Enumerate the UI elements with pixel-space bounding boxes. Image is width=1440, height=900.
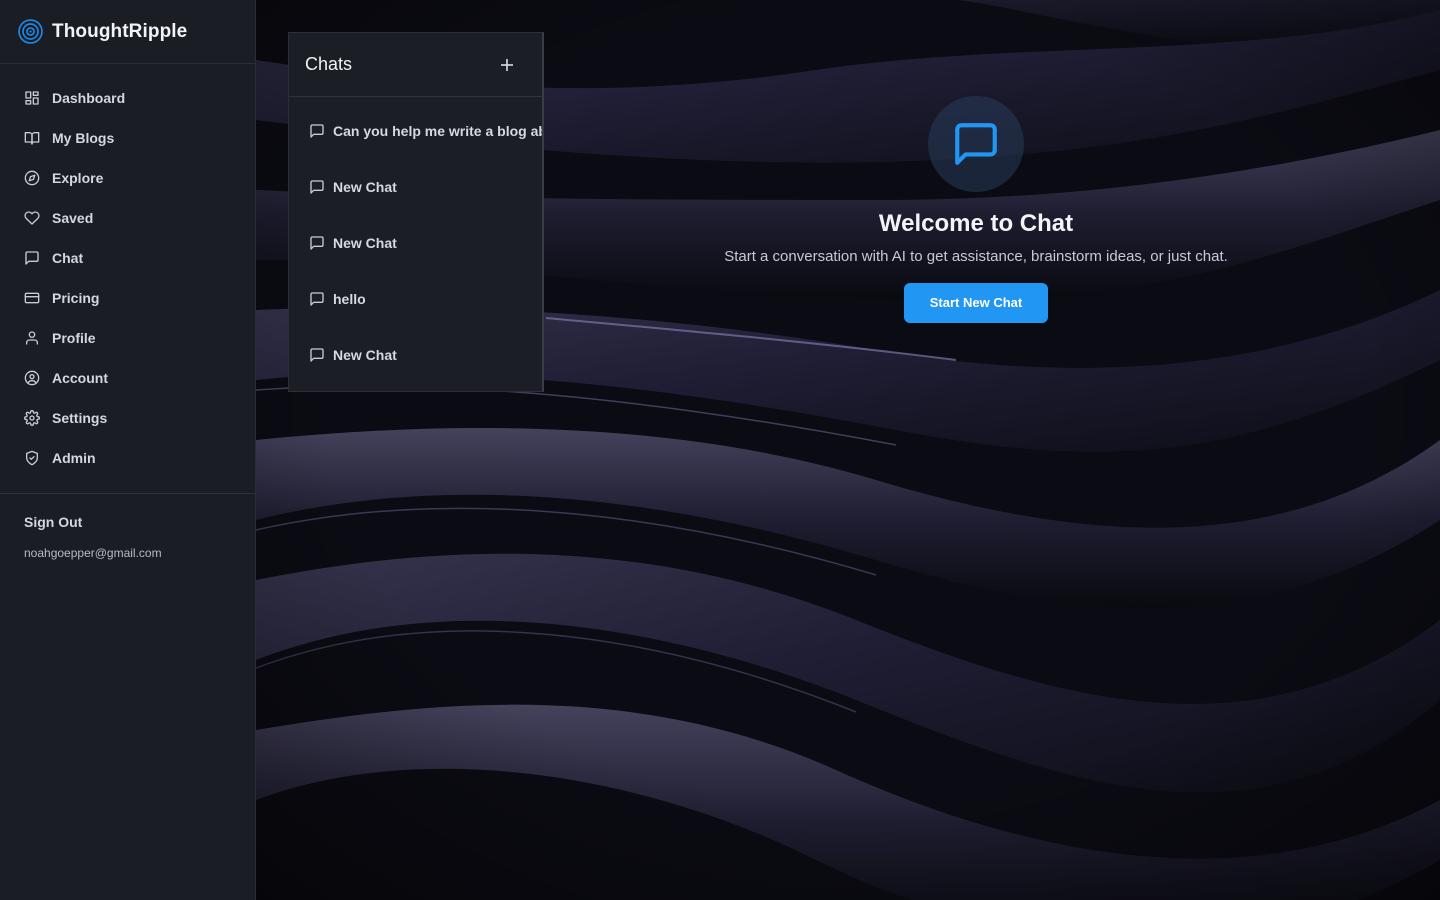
chat-list-item[interactable]: hello [289, 271, 542, 327]
sidebar-item-profile[interactable]: Profile [0, 318, 255, 358]
welcome-section: Welcome to Chat Start a conversation wit… [690, 96, 1262, 323]
chat-list-item[interactable]: New Chat [289, 215, 542, 271]
sidebar-item-label: Admin [52, 450, 96, 466]
start-new-chat-button[interactable]: Start New Chat [904, 283, 1048, 323]
chat-title: Can you help me write a blog abo [333, 123, 544, 139]
compass-icon [24, 170, 40, 186]
grid-icon [25, 91, 39, 105]
sidebar-item-label: Pricing [52, 290, 100, 306]
gear-icon [24, 410, 40, 426]
sidebar-item-label: Account [52, 370, 108, 386]
sidebar-item-label: Profile [52, 330, 96, 346]
chat-list-item[interactable]: New Chat [289, 327, 542, 383]
user-email: noahgoepper@gmail.com [24, 546, 162, 560]
welcome-subtitle: Start a conversation with AI to get assi… [724, 248, 1228, 265]
sidebar-nav: Dashboard My Blogs Explore Saved Chat Pr… [0, 64, 255, 478]
welcome-icon-circle [928, 96, 1024, 192]
message-square-icon [955, 123, 997, 165]
chat-list: Can you help me write a blog abo New Cha… [289, 97, 542, 383]
chat-title: New Chat [333, 179, 397, 195]
sidebar-item-my-blogs[interactable]: My Blogs [0, 118, 255, 158]
plus-icon [501, 58, 513, 71]
sidebar-item-pricing[interactable]: Pricing [0, 278, 255, 318]
chat-list-item[interactable]: Can you help me write a blog abo [289, 103, 542, 159]
chats-title: Chats [305, 54, 353, 74]
message-square-icon [310, 292, 324, 306]
sidebar-item-label: My Blogs [52, 130, 115, 146]
brand-header[interactable]: ThoughtRipple [0, 0, 255, 64]
message-square-icon [310, 348, 324, 362]
sidebar-divider [0, 493, 255, 494]
shield-icon [26, 450, 38, 466]
chat-list-item[interactable]: New Chat [289, 159, 542, 215]
book-icon [24, 132, 40, 145]
sidebar-item-dashboard[interactable]: Dashboard [0, 78, 255, 118]
heart-icon [24, 211, 40, 225]
chats-header: Chats [289, 33, 542, 97]
sidebar-item-explore[interactable]: Explore [0, 158, 255, 198]
sidebar-item-label: Dashboard [52, 90, 126, 106]
sign-out-button[interactable]: Sign Out [24, 514, 255, 530]
sidebar: ThoughtRipple Dashboard My Blogs Explore… [0, 0, 256, 900]
new-chat-button[interactable] [496, 54, 518, 76]
chat-title: New Chat [333, 235, 397, 251]
sidebar-item-label: Explore [52, 170, 104, 186]
sidebar-item-chat[interactable]: Chat [0, 238, 255, 278]
sidebar-item-label: Settings [52, 410, 108, 426]
message-square-icon [25, 251, 39, 265]
sidebar-item-label: Saved [52, 210, 94, 226]
message-square-icon [310, 180, 324, 194]
brand-name: ThoughtRipple [52, 20, 188, 42]
credit-card-icon [24, 292, 40, 304]
chat-title: hello [333, 291, 366, 307]
sidebar-item-admin[interactable]: Admin [0, 438, 255, 478]
user-icon [26, 331, 38, 345]
sidebar-item-settings[interactable]: Settings [0, 398, 255, 438]
sidebar-item-account[interactable]: Account [0, 358, 255, 398]
welcome-title: Welcome to Chat [878, 210, 1074, 237]
ripple-logo-icon [18, 19, 43, 44]
message-square-icon [310, 124, 324, 138]
user-circle-icon [24, 370, 40, 386]
sidebar-item-saved[interactable]: Saved [0, 198, 255, 238]
chats-panel: Chats Can you help me write a blog abo N… [288, 32, 544, 392]
chat-title: New Chat [333, 347, 397, 363]
sidebar-item-label: Chat [52, 250, 84, 266]
message-square-icon [310, 236, 324, 250]
